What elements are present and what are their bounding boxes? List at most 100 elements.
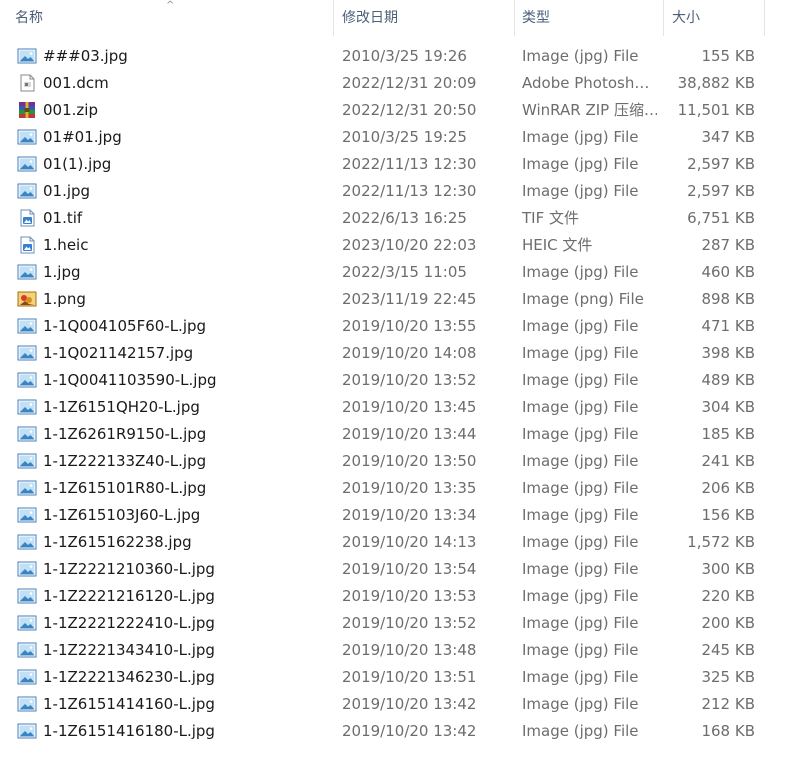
file-row[interactable]: 1-1Q0041103590-L.jpg 2019/10/20 13:52 Imag… [0,367,799,394]
image-file-icon [17,695,37,713]
file-name: 1-1Z2221346230-L.jpg [43,668,215,686]
tif-file-icon [17,209,37,227]
image-file-icon [17,47,37,65]
file-modified-date: 2019/10/20 13:51 [342,668,477,686]
column-header-date[interactable]: 修改日期 [342,0,512,36]
file-size: 156 KB [701,506,755,524]
column-header-size[interactable]: 大小 [672,0,762,36]
file-modified-date: 2022/11/13 12:30 [342,155,477,173]
generic-file-icon [17,74,37,92]
file-name: 1-1Q0041103590-L.jpg [43,371,217,389]
heic-file-icon [17,236,37,254]
file-type: HEIC 文件 [522,236,593,254]
column-divider[interactable] [333,0,334,36]
file-size: 2,597 KB [687,182,755,200]
file-type: Image (jpg) File [522,263,639,281]
image-file-icon [17,344,37,362]
file-row[interactable]: 1-1Z615101R80-L.jpg 2019/10/20 13:35 Image… [0,475,799,502]
file-size: 287 KB [701,236,755,254]
file-row[interactable]: 01.tif 2022/6/13 16:25 TIF 文件 6,751 KB [0,205,799,232]
file-name: 001.zip [43,101,98,119]
file-row[interactable]: 001.dcm 2022/12/31 20:09 Adobe Photosh… 38,… [0,70,799,97]
file-row[interactable]: 1-1Z615103J60-L.jpg 2019/10/20 13:34 Image… [0,502,799,529]
file-name: 1-1Z615103J60-L.jpg [43,506,201,524]
file-row[interactable]: 01(1).jpg 2022/11/13 12:30 Image (jpg) Fil… [0,151,799,178]
png-file-icon [17,290,37,308]
file-row[interactable]: 1-1Z615162238.jpg 2019/10/20 14:13 Image (… [0,529,799,556]
file-row[interactable]: 1-1Q021142157.jpg 2019/10/20 14:08 Image (… [0,340,799,367]
file-modified-date: 2019/10/20 13:55 [342,317,477,335]
column-divider[interactable] [514,0,515,36]
file-type: WinRAR ZIP 压缩… [522,101,657,119]
file-row[interactable]: 01#01.jpg 2010/3/25 19:25 Image (jpg) File… [0,124,799,151]
file-type: Image (jpg) File [522,695,639,713]
file-modified-date: 2022/12/31 20:50 [342,101,477,119]
file-name: 1.jpg [43,263,81,281]
image-file-icon [17,317,37,335]
file-row[interactable]: 1-1Z6151414160-L.jpg 2019/10/20 13:42 Imag… [0,691,799,718]
column-header-name[interactable]: 名称 [15,0,333,36]
file-name: 1-1Z222133Z40-L.jpg [43,452,207,470]
file-type: Image (jpg) File [522,722,639,740]
file-row[interactable]: 1-1Z222133Z40-L.jpg 2019/10/20 13:50 Image… [0,448,799,475]
file-name: 1-1Z6151QH20-L.jpg [43,398,200,416]
file-row[interactable]: 1.png 2023/11/19 22:45 Image (png) File 898… [0,286,799,313]
file-size: 206 KB [701,479,755,497]
file-type: Image (jpg) File [522,344,639,362]
file-row[interactable]: 1-1Z2221222410-L.jpg 2019/10/20 13:52 Imag… [0,610,799,637]
file-row[interactable]: 1.jpg 2022/3/15 11:05 Image (jpg) File 460 … [0,259,799,286]
file-row[interactable]: ###03.jpg 2010/3/25 19:26 Image (jpg) File… [0,43,799,70]
file-row[interactable]: 001.zip 2022/12/31 20:50 WinRAR ZIP 压缩… 11,… [0,97,799,124]
file-modified-date: 2010/3/25 19:26 [342,47,467,65]
file-row[interactable]: 1-1Z6151416180-L.jpg 2019/10/20 13:42 Imag… [0,718,799,745]
file-size: 11,501 KB [677,101,755,119]
image-file-icon [17,155,37,173]
file-row[interactable]: 1-1Z6261R9150-L.jpg 2019/10/20 13:44 Image… [0,421,799,448]
file-type: Image (jpg) File [522,371,639,389]
file-size: 460 KB [701,263,755,281]
file-row[interactable]: 01.jpg 2022/11/13 12:30 Image (jpg) File 2,… [0,178,799,205]
file-modified-date: 2019/10/20 13:44 [342,425,477,443]
file-name: 1-1Z2221222410-L.jpg [43,614,215,632]
file-size: 241 KB [701,452,755,470]
file-name: 1-1Z615162238.jpg [43,533,192,551]
image-file-icon [17,668,37,686]
file-row[interactable]: 1-1Z2221346230-L.jpg 2019/10/20 13:51 Imag… [0,664,799,691]
image-file-icon [17,506,37,524]
file-type: Image (jpg) File [522,641,639,659]
file-name: 1-1Z6151416180-L.jpg [43,722,215,740]
file-name: 1-1Z6261R9150-L.jpg [43,425,207,443]
file-size: 245 KB [701,641,755,659]
file-type: Image (jpg) File [522,425,639,443]
image-file-icon [17,182,37,200]
file-size: 2,597 KB [687,155,755,173]
file-row[interactable]: 1-1Q004105F60-L.jpg 2019/10/20 13:55 Image… [0,313,799,340]
file-size: 168 KB [701,722,755,740]
column-divider[interactable] [764,0,765,36]
column-header-bar: ^ 名称 修改日期 类型 大小 [0,0,799,36]
column-header-type[interactable]: 类型 [522,0,662,36]
file-name: 1-1Q004105F60-L.jpg [43,317,207,335]
file-modified-date: 2019/10/20 13:42 [342,695,477,713]
file-row[interactable]: 1.heic 2023/10/20 22:03 HEIC 文件 287 KB [0,232,799,259]
image-file-icon [17,641,37,659]
file-row[interactable]: 1-1Z2221210360-L.jpg 2019/10/20 13:54 Imag… [0,556,799,583]
file-name: 01#01.jpg [43,128,122,146]
file-row[interactable]: 1-1Z2221216120-L.jpg 2019/10/20 13:53 Imag… [0,583,799,610]
file-modified-date: 2019/10/20 13:54 [342,560,477,578]
file-modified-date: 2019/10/20 13:52 [342,371,477,389]
file-modified-date: 2010/3/25 19:25 [342,128,467,146]
file-row[interactable]: 1-1Z2221343410-L.jpg 2019/10/20 13:48 Imag… [0,637,799,664]
file-row[interactable]: 1-1Z6151QH20-L.jpg 2019/10/20 13:45 Image … [0,394,799,421]
file-size: 200 KB [701,614,755,632]
file-type: Image (jpg) File [522,560,639,578]
file-type: Image (jpg) File [522,398,639,416]
winrar-archive-icon [17,101,37,119]
file-name: 1.heic [43,236,89,254]
file-type: Image (jpg) File [522,668,639,686]
file-size: 347 KB [701,128,755,146]
file-size: 898 KB [701,290,755,308]
file-size: 155 KB [701,47,755,65]
file-modified-date: 2019/10/20 13:34 [342,506,477,524]
column-divider[interactable] [663,0,664,36]
